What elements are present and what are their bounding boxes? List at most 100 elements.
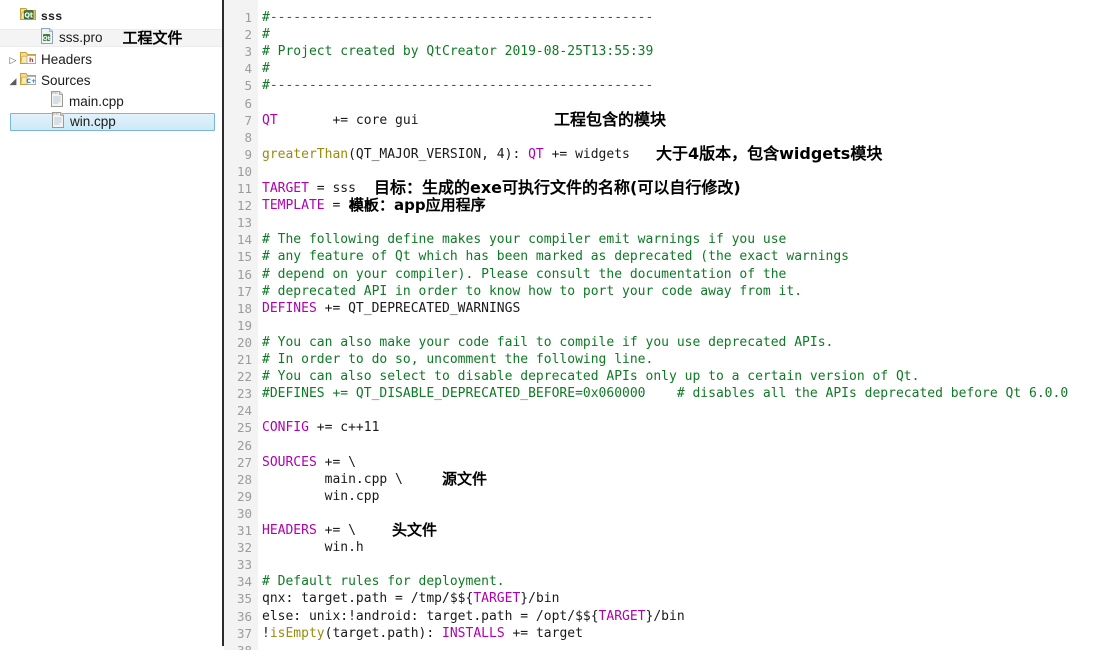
tree-item-main-cpp[interactable]: main.cpp [36, 91, 124, 113]
code-line-text: #---------------------------------------… [262, 77, 653, 94]
pro-file-icon: Qt [41, 27, 53, 44]
svg-text:h: h [29, 56, 34, 64]
line-number: 4 [244, 61, 252, 77]
line-number-gutter: 1 2 3 4 5 6 7 8 9 10 11 12 13 14 15 16 17 18 19 20 21 22 23 24 2… [224, 0, 258, 650]
line-number: 28 [236, 471, 252, 487]
cpp-file-icon [50, 91, 64, 113]
code-token-pl: += target [504, 625, 583, 641]
code-line-text: # The following define makes your compil… [262, 231, 786, 248]
code-token-cmt: # You can also select to disable depreca… [262, 369, 920, 385]
code-token-pl: (QT_MAJOR_VERSION, 4): [348, 146, 529, 162]
code-token-pl: ! [262, 625, 270, 641]
code-token-pl: (target.path): [324, 625, 443, 641]
pro-file-icon: Qt [40, 27, 54, 49]
code-editor[interactable]: 1 2 3 4 5 6 7 8 9 10 11 12 13 14 15 16 17 18 19 20 21 22 23 24 2… [224, 0, 1111, 650]
code-token-pl: += widgets [543, 146, 630, 162]
line-number: 21 [236, 352, 252, 367]
line-number: 10 [236, 163, 252, 179]
code-line-text: # Default rules for deployment. [262, 573, 505, 590]
code-token-cmt: # In order to do so, uncomment the follo… [262, 352, 654, 367]
code-token-pl: else: unix:!android: target.path = /opt/… [262, 608, 599, 624]
code-annotation: 工程包含的模块 [554, 109, 667, 129]
code-token-kw: SOURCES [262, 454, 317, 470]
line-number: 25 [236, 420, 252, 436]
svg-text:Qt: Qt [24, 11, 33, 19]
tree-item-win-cpp[interactable]: win.cpp [10, 111, 215, 131]
code-line-text: # any feature of Qt which has been marke… [262, 248, 849, 265]
line-number: 24 [236, 403, 252, 419]
code-line-text: win.cpp [262, 488, 380, 505]
line-number: 7 [244, 112, 252, 128]
code-annotation: 模板：app应用程序 [349, 196, 486, 215]
line-number: 32 [236, 540, 252, 556]
code-line-text: !isEmpty(target.path): INSTALLS += targe… [262, 625, 583, 642]
line-number: 12 [236, 198, 252, 214]
line-number: 27 [236, 454, 252, 470]
line-number: 18 [236, 300, 252, 316]
code-line-text: CONFIG += c++11 [262, 419, 379, 436]
code-token-cmt: # deprecated API in order to know how to… [262, 283, 803, 299]
tree-item-label: win.cpp [70, 114, 116, 129]
line-number: 8 [244, 129, 252, 145]
code-annotation: 源文件 [442, 469, 488, 488]
line-number: 36 [236, 608, 252, 624]
code-token-pl: += QT_DEPRECATED_WARNINGS [316, 300, 521, 316]
collapse-arrow-icon[interactable]: ◢ [6, 71, 20, 91]
tree-item-label: sss [41, 9, 63, 23]
code-token-cmt: # [262, 27, 270, 43]
tree-item-label: Sources [41, 73, 91, 88]
headers-folder-icon: h [20, 52, 36, 64]
code-token-kw: QT [528, 146, 544, 162]
line-number: 23 [236, 386, 252, 402]
tree-item-sources[interactable]: ◢ C+ Sources [6, 71, 91, 91]
tree-item-sss[interactable]: Qt sss [6, 6, 63, 26]
code-token-kw: HEADERS [262, 523, 317, 538]
code-line-text: TARGET = sss [262, 180, 356, 197]
code-token-cmt: # You can also make your code fail to co… [262, 334, 834, 350]
code-line-text: HEADERS += \ [262, 522, 356, 539]
headers-folder-icon: h [20, 50, 36, 70]
code-token-pl: qnx: target.path = /tmp/$${ [262, 591, 474, 607]
code-token-pl: += c++11 [308, 420, 380, 436]
line-number: 29 [236, 488, 252, 504]
line-number: 26 [236, 437, 252, 453]
code-line-text: greaterThan(QT_MAJOR_VERSION, 4): QT += … [262, 146, 630, 163]
svg-text:Qt: Qt [43, 36, 51, 42]
code-token-cmt: # [262, 61, 270, 77]
tree-item-headers[interactable]: ▷ h Headers [6, 50, 92, 70]
qt-project-folder-icon: Qt [20, 8, 36, 20]
line-number: 37 [236, 625, 252, 641]
code-token-cmt: # depend on your compiler). Please consu… [262, 266, 787, 282]
line-number: 5 [244, 78, 252, 94]
code-line-text: QT += core gui [262, 112, 419, 129]
code-token-cmt: # any feature of Qt which has been marke… [262, 249, 849, 265]
code-line-text: # In order to do so, uncomment the follo… [262, 351, 653, 368]
code-token-kw: CONFIG [262, 420, 309, 436]
line-number: 34 [236, 574, 252, 590]
svg-text:C+: C+ [26, 77, 36, 85]
code-token-kw: TEMPLATE [262, 198, 325, 214]
code-line-text: DEFINES += QT_DEPRECATED_WARNINGS [262, 300, 520, 317]
code-line-text: # Project created by QtCreator 2019-08-2… [262, 43, 653, 60]
tree-item-sss-pro[interactable]: Qt sss.pro 工程文件 [0, 27, 222, 49]
code-token-kw: TARGET [473, 591, 521, 607]
code-token-kw: TARGET [262, 181, 309, 196]
line-number: 15 [236, 249, 252, 265]
code-line-text: # [262, 60, 270, 77]
code-token-pl: win.cpp [262, 488, 380, 504]
line-number: 22 [236, 369, 252, 385]
code-line-text: else: unix:!android: target.path = /opt/… [262, 608, 685, 625]
code-token-fn: greaterThan [262, 146, 349, 162]
expand-arrow-icon[interactable]: ▷ [6, 50, 20, 70]
code-token-pl: win.h [262, 540, 364, 556]
line-number: 30 [236, 505, 252, 521]
code-token-kw: DEFINES [262, 300, 317, 316]
code-line-text: qnx: target.path = /tmp/$${TARGET}/bin [262, 590, 559, 607]
line-number: 9 [244, 146, 252, 162]
line-number: 16 [236, 266, 252, 282]
code-token-cmt: #---------------------------------------… [262, 78, 654, 94]
sources-folder-icon: C+ [20, 71, 36, 91]
app-window: Qt sss Qt sss.pro 工程文件 ▷ h Headers ◢ C+ Sources mai… [0, 0, 1111, 661]
code-line-text: # depend on your compiler). Please consu… [262, 266, 786, 283]
tree-item-label: Headers [41, 52, 93, 67]
